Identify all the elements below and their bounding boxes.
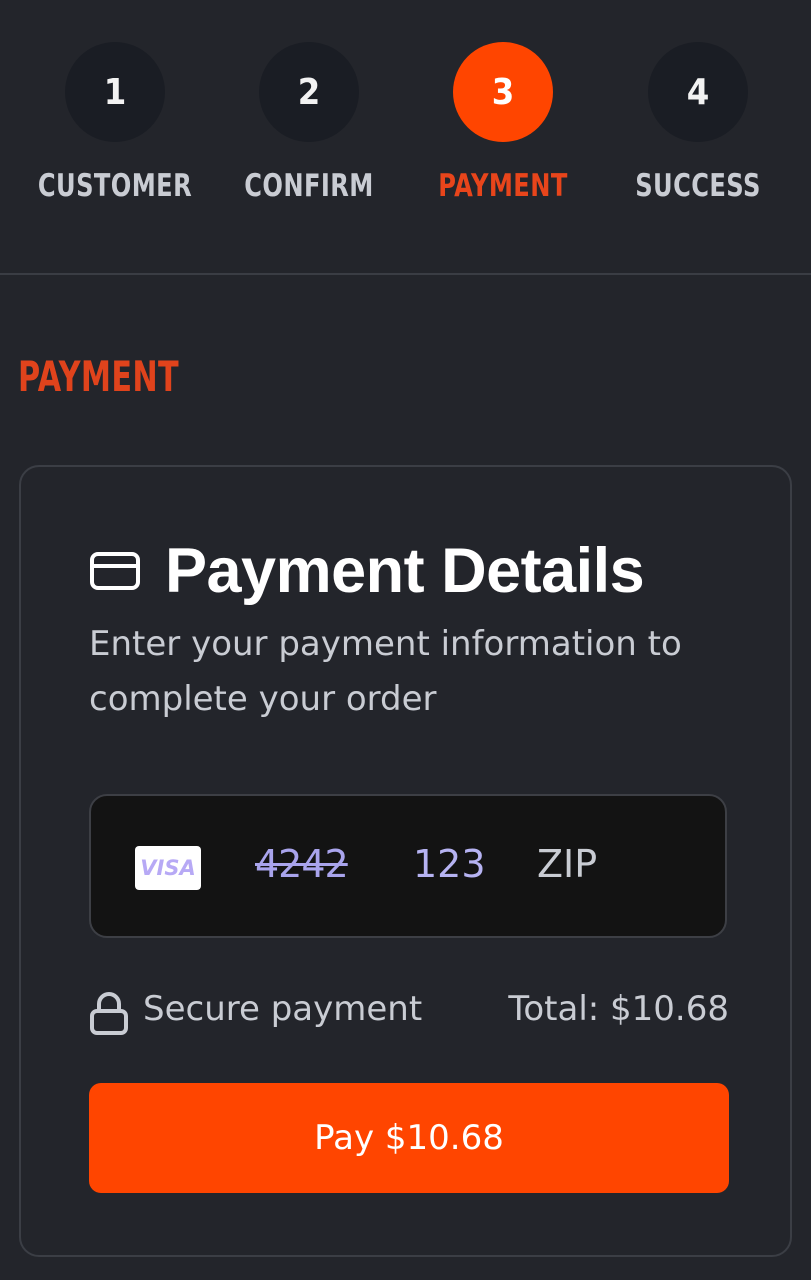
stepper-divider	[0, 273, 811, 275]
visa-icon: VISA	[135, 846, 201, 890]
step-number: 1	[65, 42, 165, 142]
step-label: CONFIRM	[244, 168, 374, 204]
card-input-field[interactable]: VISA 4242 123 ZIP	[89, 794, 727, 938]
section-title: PAYMENT	[18, 352, 180, 401]
card-header: Payment Details	[89, 535, 645, 607]
step-success[interactable]: 4 SUCCESS	[598, 42, 798, 204]
step-payment[interactable]: 3 PAYMENT	[403, 42, 603, 204]
step-confirm[interactable]: 2 CONFIRM	[209, 42, 409, 204]
checkout-stepper: 1 CUSTOMER 2 CONFIRM 3 PAYMENT 4 SUCCESS	[0, 0, 811, 275]
pay-button[interactable]: Pay $10.68	[89, 1083, 729, 1193]
secure-payment-label: Secure payment	[143, 989, 423, 1029]
step-number: 3	[453, 42, 553, 142]
lock-icon	[90, 992, 128, 1035]
step-number: 2	[259, 42, 359, 142]
cvc-field[interactable]: 123	[413, 842, 486, 886]
step-number: 4	[648, 42, 748, 142]
checkout-page: 1 CUSTOMER 2 CONFIRM 3 PAYMENT 4 SUCCESS…	[0, 0, 811, 1280]
step-label: SUCCESS	[635, 168, 761, 204]
step-customer[interactable]: 1 CUSTOMER	[15, 42, 215, 204]
card-number-field[interactable]: 4242	[255, 842, 349, 886]
step-label: PAYMENT	[438, 168, 568, 204]
card-title: Payment Details	[165, 536, 645, 606]
credit-card-icon	[90, 552, 140, 590]
payment-card: Payment Details Enter your payment infor…	[19, 465, 792, 1257]
zip-field[interactable]: ZIP	[537, 842, 597, 886]
total-label: Total: $10.68	[508, 989, 729, 1029]
secure-row: Secure payment Total: $10.68	[89, 987, 729, 1037]
step-label: CUSTOMER	[37, 168, 193, 204]
card-subtitle: Enter your payment information to comple…	[89, 624, 682, 719]
